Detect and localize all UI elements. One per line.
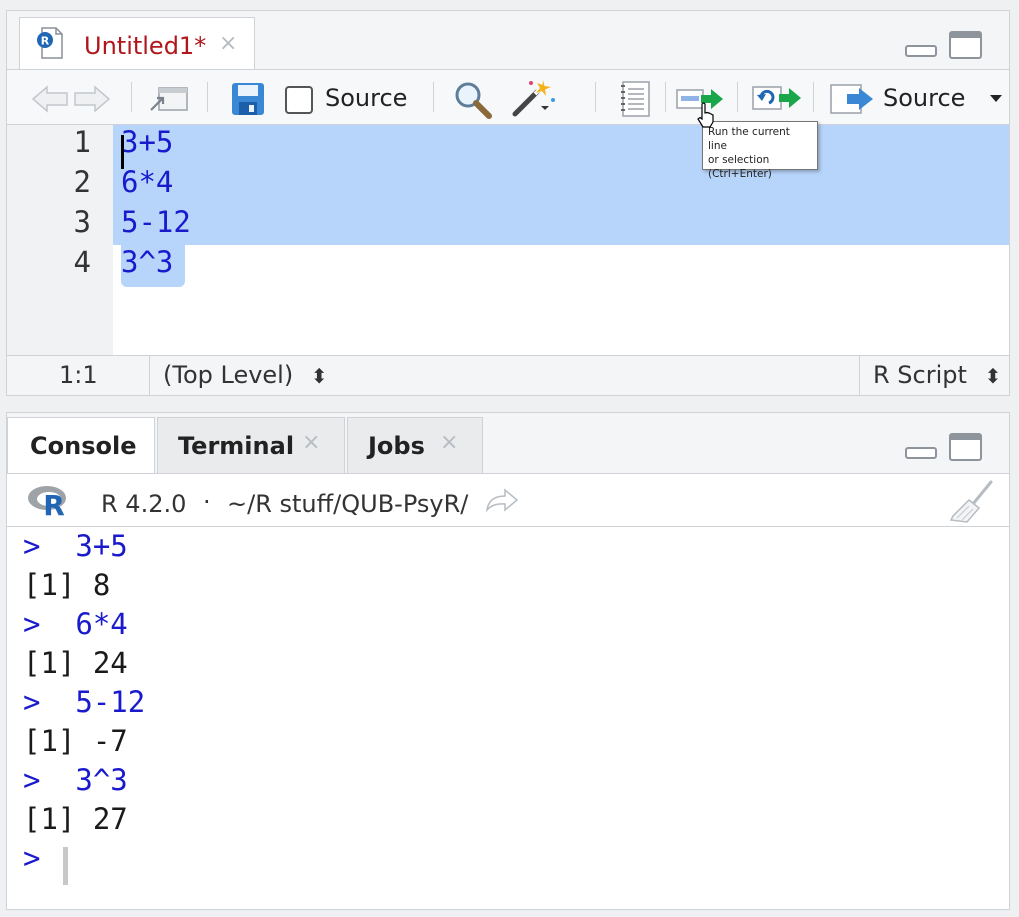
tab-title: Untitled1*	[84, 32, 207, 60]
magic-wand-icon[interactable]	[509, 78, 557, 118]
toolbar-separator	[665, 82, 666, 112]
r-logo-icon: R	[28, 486, 66, 518]
source-on-save-checkbox[interactable]	[285, 86, 313, 114]
console-input-line: > 6*4	[23, 607, 128, 641]
console-window-controls	[905, 433, 985, 463]
tab-close-icon[interactable]: ×	[219, 31, 237, 56]
toolbar-separator	[131, 82, 132, 112]
file-type-updown-icon: ⬍	[984, 364, 1002, 388]
console-output-line: [1] 24	[23, 646, 128, 680]
back-arrow-icon[interactable]	[31, 85, 68, 113]
tab-terminal[interactable]: Terminal ×	[157, 417, 345, 473]
line-number-gutter: 1 2 3 4	[7, 125, 113, 355]
file-type-label: R Script	[873, 361, 967, 389]
scope-label: (Top Level)	[163, 361, 294, 389]
hand-pointer-icon	[697, 102, 714, 128]
code-line: 3^3	[121, 245, 174, 279]
forward-arrow-icon[interactable]	[74, 85, 111, 113]
console-header: R R 4.2.0 · ~/R stuff/QUB-PsyR/	[7, 473, 1009, 527]
tab-untitled1[interactable]: R Untitled1* ×	[19, 17, 255, 73]
save-icon[interactable]	[231, 82, 265, 116]
source-icon[interactable]	[829, 82, 879, 116]
line-number: 2	[73, 165, 91, 199]
tooltip-line: Run the current line	[708, 126, 790, 152]
toolbar-separator	[595, 82, 596, 112]
toolbar-separator	[207, 82, 208, 112]
tab-jobs-label: Jobs	[368, 432, 425, 460]
code-editor[interactable]: 3+5 6*4 5-12 3^3	[113, 125, 1009, 355]
maximize-icon[interactable]	[949, 31, 982, 59]
console-input-line: > 3+5	[23, 529, 128, 563]
file-type-selector[interactable]: R Script ⬍	[873, 361, 1001, 389]
run-tooltip: Run the current line or selection (Ctrl+…	[702, 121, 818, 180]
line-number: 1	[73, 125, 91, 159]
text-cursor	[121, 135, 124, 169]
code-line: 3+5	[121, 125, 174, 159]
working-directory: ~/R stuff/QUB-PsyR/	[227, 490, 469, 518]
status-separator	[149, 356, 150, 395]
svg-text:R: R	[41, 35, 50, 48]
scope-selector[interactable]: (Top Level) ⬍	[163, 361, 328, 389]
console-output-line: [1] 8	[23, 568, 111, 602]
line-number: 4	[73, 245, 91, 279]
editor-window-controls	[905, 31, 985, 61]
search-icon[interactable]	[453, 80, 493, 120]
console-output[interactable]: > 3+5 [1] 8 > 6*4 [1] 24 > 5-12 [1] -7 >…	[7, 527, 1009, 909]
notebook-icon[interactable]	[619, 80, 653, 118]
code-line: 5-12	[121, 205, 191, 239]
console-cursor	[63, 847, 68, 885]
console-pane: Console Terminal × Jobs × R R 4.2.0 · ~/…	[6, 412, 1010, 910]
editor-pane: R Untitled1* × Source Source 1 2 3 4 3+5…	[6, 10, 1010, 396]
rerun-icon[interactable]	[751, 82, 803, 114]
status-separator	[859, 356, 860, 395]
go-to-directory-icon[interactable]	[485, 488, 519, 512]
console-input-line: > 3^3	[23, 763, 128, 797]
source-on-save-label: Source	[325, 84, 408, 112]
tooltip-line: (Ctrl+Enter)	[708, 168, 772, 180]
source-button-label[interactable]: Source	[883, 84, 965, 112]
minimize-icon[interactable]	[905, 45, 937, 57]
tab-terminal-close-icon[interactable]: ×	[302, 430, 320, 455]
tab-console-label: Console	[30, 432, 137, 460]
tab-jobs[interactable]: Jobs ×	[347, 417, 483, 473]
back-forward-arrows	[31, 85, 111, 113]
tooltip-line: or selection	[708, 154, 770, 166]
header-dot: ·	[203, 488, 211, 516]
code-line: 6*4	[121, 165, 174, 199]
console-output-line: [1] -7	[23, 724, 128, 758]
cursor-position: 1:1	[59, 361, 98, 389]
show-in-window-icon[interactable]	[149, 84, 189, 114]
toolbar-separator	[813, 82, 814, 112]
editor-status-bar: 1:1 (Top Level) ⬍ R Script ⬍	[7, 355, 1009, 395]
line-number: 3	[73, 205, 91, 239]
svg-text:R: R	[43, 489, 65, 518]
console-output-line: [1] 27	[23, 802, 128, 836]
tab-terminal-label: Terminal	[178, 432, 295, 460]
maximize-icon[interactable]	[949, 433, 982, 461]
broom-icon[interactable]	[947, 480, 997, 524]
scope-updown-icon: ⬍	[310, 364, 328, 388]
r-document-icon: R	[37, 27, 63, 59]
editor-toolbar: Source Source	[7, 69, 1009, 125]
tab-console[interactable]: Console	[7, 417, 155, 475]
r-version: R 4.2.0	[101, 490, 187, 518]
source-dropdown-icon[interactable]	[989, 94, 1003, 104]
selection-highlight	[113, 125, 1009, 245]
tab-jobs-close-icon[interactable]: ×	[440, 430, 458, 455]
toolbar-separator	[433, 82, 434, 112]
minimize-icon[interactable]	[905, 447, 937, 459]
console-prompt: >	[23, 841, 41, 875]
toolbar-separator	[737, 82, 738, 112]
console-input-line: > 5-12	[23, 685, 146, 719]
